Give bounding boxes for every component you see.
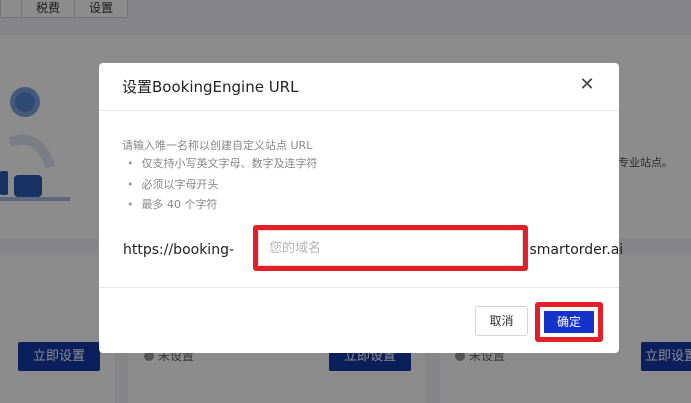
close-icon[interactable]: ✕	[577, 75, 597, 95]
url-prefix: https://booking-	[123, 242, 235, 258]
confirm-button-highlight: 确定	[535, 302, 603, 342]
rule-item: 最多 40 个字符	[127, 198, 318, 219]
dialog-hint: 请输入唯一名称以创建自定义站点 URL	[122, 139, 313, 152]
dialog-title: 设置BookingEngine URL	[122, 78, 299, 96]
domain-input-highlight	[253, 225, 528, 271]
rule-list: 仅支持小写英文字母、数字及连字符 必须以字母开头 最多 40 个字符	[127, 157, 318, 219]
booking-url-dialog: 设置BookingEngine URL ✕ 请输入唯一名称以创建自定义站点 UR…	[99, 63, 623, 353]
rule-item: 必须以字母开头	[127, 178, 318, 199]
cancel-button[interactable]: 取消	[475, 306, 528, 336]
domain-input[interactable]	[258, 230, 523, 266]
confirm-button[interactable]: 确定	[544, 311, 594, 333]
url-row: https://booking- .smartorder.ai	[123, 225, 623, 271]
dialog-footer: 取消 确定	[99, 287, 619, 353]
rule-item: 仅支持小写英文字母、数字及连字符	[127, 157, 318, 178]
dialog-header: 设置BookingEngine URL ✕	[99, 63, 619, 111]
url-suffix: .smartorder.ai	[525, 242, 624, 258]
